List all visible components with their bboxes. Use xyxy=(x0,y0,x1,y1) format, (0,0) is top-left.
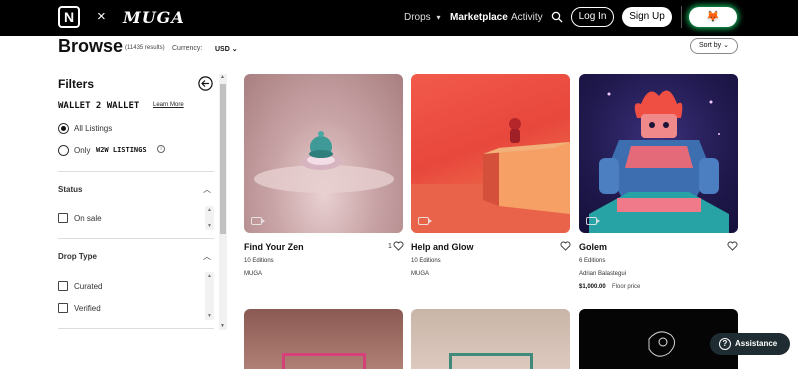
chevron-up-icon[interactable]: ︿ xyxy=(203,184,211,195)
metamask-wallet-button[interactable]: 🦊 xyxy=(689,7,737,27)
chevron-down-icon: ▾ xyxy=(436,13,441,22)
all-listings-label[interactable]: All Listings xyxy=(74,124,112,133)
fox-icon: 🦊 xyxy=(706,11,720,23)
verified-label[interactable]: Verified xyxy=(74,304,101,313)
video-icon xyxy=(418,217,432,225)
card-artist[interactable]: MUGA xyxy=(411,271,429,277)
card-image-golem[interactable] xyxy=(579,74,738,233)
sort-by-dropdown[interactable]: Sort by ⌄ xyxy=(690,38,738,54)
muga-logo[interactable]: MUGA xyxy=(123,8,185,27)
card-price: $1,000.00 xyxy=(579,284,606,290)
status-scrollbar[interactable]: ▲ ▼ xyxy=(205,206,214,230)
card-title[interactable]: Find Your Zen xyxy=(244,242,304,252)
sort-label: Sort by xyxy=(698,42,722,49)
only-label[interactable]: Only xyxy=(74,146,90,155)
w2w-listings-radio[interactable] xyxy=(58,145,69,156)
scroll-up-icon[interactable]: ▲ xyxy=(207,273,212,279)
scroll-down-icon[interactable]: ▼ xyxy=(207,223,212,229)
chevron-down-icon: ⌄ xyxy=(723,42,729,49)
assistance-label: Assistance xyxy=(735,339,778,348)
filters-heading: Filters xyxy=(58,77,95,91)
currency-label: Currency: xyxy=(172,45,203,52)
nav-drops-label: Drops xyxy=(404,12,431,23)
row2-artwork-1 xyxy=(282,353,366,369)
nav-marketplace[interactable]: Marketplace xyxy=(450,12,508,23)
divider xyxy=(58,238,214,239)
nav-activity[interactable]: Activity xyxy=(511,12,543,23)
chevron-up-icon[interactable]: ︿ xyxy=(203,251,211,262)
divider xyxy=(58,171,214,172)
signup-button[interactable]: Sign Up xyxy=(622,7,672,27)
nifty-logo[interactable]: N xyxy=(58,6,80,28)
card-image-row2-2[interactable] xyxy=(411,309,570,369)
currency-select[interactable]: USD ⌄ xyxy=(215,45,238,53)
on-sale-checkbox[interactable] xyxy=(58,213,68,223)
card-image-find-your-zen[interactable] xyxy=(244,74,403,233)
scroll-down-icon[interactable]: ▼ xyxy=(207,313,212,319)
like-count: 1 xyxy=(388,243,392,250)
scroll-up-icon[interactable]: ▲ xyxy=(207,207,212,213)
card-editions: 6 Editions xyxy=(579,258,606,264)
verified-checkbox[interactable] xyxy=(58,303,68,313)
assistance-button[interactable]: ? Assistance xyxy=(710,333,790,355)
scrollbar-thumb[interactable] xyxy=(220,84,226,234)
collapse-filters-icon[interactable] xyxy=(198,76,213,91)
drop-type-scrollbar[interactable]: ▲ ▼ xyxy=(205,272,214,320)
learn-more-link[interactable]: Learn More xyxy=(153,102,184,108)
chevron-down-icon: ⌄ xyxy=(231,46,238,53)
zen-artwork xyxy=(254,131,394,193)
top-navbar: N × MUGA Drops ▾ Marketplace Activity Lo… xyxy=(0,0,798,36)
wallet-2-wallet-logo: WALLET 2 WALLET xyxy=(58,101,140,111)
status-section-title[interactable]: Status xyxy=(58,185,82,194)
drop-type-section-title[interactable]: Drop Type xyxy=(58,252,97,261)
help-icon: ? xyxy=(719,338,731,350)
card-title[interactable]: Help and Glow xyxy=(411,242,474,252)
cross-separator: × xyxy=(97,8,106,25)
scroll-down-icon[interactable]: ▼ xyxy=(220,323,225,329)
search-icon[interactable] xyxy=(551,11,563,23)
results-count: (11435 results) xyxy=(125,45,165,51)
filters-scrollbar[interactable]: ▲ ▼ xyxy=(219,74,227,330)
currency-value: USD xyxy=(215,46,230,53)
heart-icon[interactable] xyxy=(393,241,404,251)
card-price-note: Floor price xyxy=(612,284,641,290)
all-listings-radio[interactable] xyxy=(58,123,69,134)
heart-icon[interactable] xyxy=(727,241,738,251)
nav-divider xyxy=(681,6,682,28)
scroll-up-icon[interactable]: ▲ xyxy=(220,74,225,80)
card-title[interactable]: Golem xyxy=(579,242,607,252)
card-editions: 10 Editions xyxy=(411,258,441,264)
info-icon[interactable]: i xyxy=(157,145,165,153)
card-image-row2-1[interactable] xyxy=(244,309,403,369)
golem-artwork xyxy=(589,90,729,233)
card-artist[interactable]: MUGA xyxy=(244,271,262,277)
card-artist[interactable]: Adrian Balastegui xyxy=(579,271,626,277)
card-image-help-and-glow[interactable] xyxy=(411,74,570,233)
curated-label[interactable]: Curated xyxy=(74,282,102,291)
page-title: Browse xyxy=(58,36,124,56)
card-editions: 10 Editions xyxy=(244,258,274,264)
video-icon xyxy=(586,217,600,225)
on-sale-label[interactable]: On sale xyxy=(74,214,102,223)
nav-drops-menu[interactable]: Drops ▾ xyxy=(404,12,440,23)
video-icon xyxy=(251,217,265,225)
w2w-listings-label[interactable]: W2W LISTINGS xyxy=(96,146,147,154)
curated-checkbox[interactable] xyxy=(58,281,68,291)
glow-artwork xyxy=(411,118,570,233)
login-button[interactable]: Log In xyxy=(571,7,614,27)
row2-artwork-2 xyxy=(449,353,533,369)
divider xyxy=(58,328,214,329)
heart-icon[interactable] xyxy=(560,241,571,251)
